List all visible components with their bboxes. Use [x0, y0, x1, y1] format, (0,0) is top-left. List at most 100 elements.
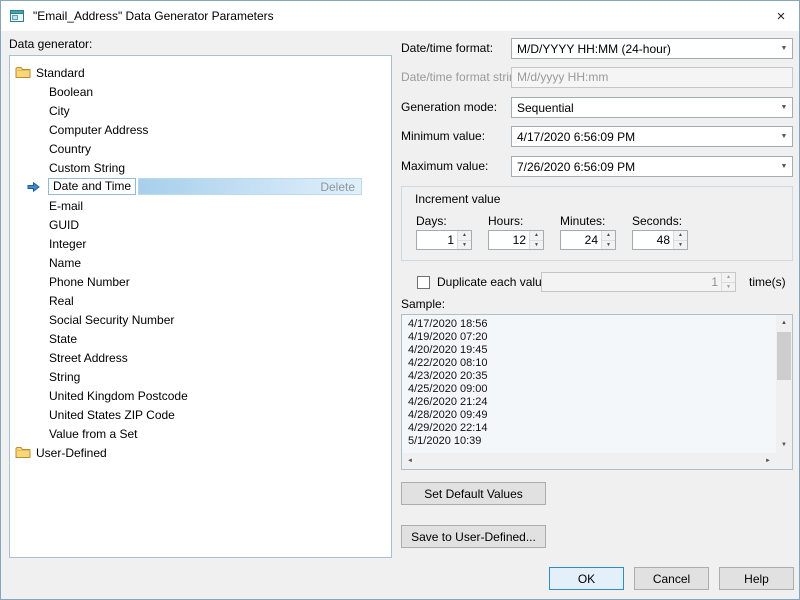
seconds-field: Seconds: 48 ▲▼ [632, 187, 688, 260]
chevron-down-icon: ▼ [776, 163, 792, 170]
spin-up-icon: ▲ [722, 273, 735, 283]
cancel-button[interactable]: Cancel [634, 567, 709, 590]
spin-down-icon[interactable]: ▼ [674, 241, 687, 250]
tree-item-label: String [49, 370, 80, 384]
times-label: time(s) [749, 272, 786, 292]
generation-mode-value: Sequential [517, 101, 776, 115]
tree-item[interactable]: Custom String [10, 158, 391, 177]
tree-item[interactable]: State [10, 329, 391, 348]
scroll-down-icon[interactable]: ▼ [776, 437, 792, 453]
tree-item[interactable]: E-mail [10, 196, 391, 215]
tree-folder[interactable]: Standard [10, 63, 391, 82]
delete-action[interactable]: Delete [320, 180, 355, 194]
minutes-spinner[interactable]: 24 ▲▼ [560, 230, 616, 250]
tree-item-label: Boolean [49, 85, 93, 99]
format-string-label: Date/time format string: [401, 67, 526, 88]
tree-item[interactable]: Integer [10, 234, 391, 253]
tree-item[interactable]: United States ZIP Code [10, 405, 391, 424]
close-button[interactable]: × [763, 1, 799, 31]
tree-item-label: Computer Address [49, 123, 148, 137]
tree-item[interactable]: Street Address [10, 348, 391, 367]
maximum-value-combo[interactable]: 7/26/2020 6:56:09 PM ▼ [511, 156, 793, 177]
spin-up-icon[interactable]: ▲ [530, 231, 543, 241]
tree-item[interactable]: United Kingdom Postcode [10, 386, 391, 405]
chevron-down-icon: ▼ [776, 104, 792, 111]
set-default-values-button[interactable]: Set Default Values [401, 482, 546, 505]
sample-label: Sample: [401, 297, 445, 311]
chevron-down-icon: ▼ [776, 45, 792, 52]
minimum-value-value: 4/17/2020 6:56:09 PM [517, 130, 776, 144]
spin-down-icon: ▼ [722, 283, 735, 292]
spin-down-icon[interactable]: ▼ [602, 241, 615, 250]
scroll-right-icon[interactable]: ► [760, 453, 776, 469]
horizontal-scrollbar[interactable]: ◄ ► [402, 453, 776, 469]
duplicate-each-value-label[interactable]: Duplicate each value [437, 272, 548, 292]
days-spinner[interactable]: 1 ▲▼ [416, 230, 472, 250]
spin-up-icon[interactable]: ▲ [458, 231, 471, 241]
scrollbar-thumb[interactable] [777, 332, 791, 380]
spinner-buttons: ▲▼ [721, 273, 735, 291]
ok-button[interactable]: OK [549, 567, 624, 590]
tree-item-label: Name [49, 256, 81, 270]
save-to-user-defined-button[interactable]: Save to User-Defined... [401, 525, 546, 548]
scroll-up-icon[interactable]: ▲ [776, 315, 792, 331]
hours-value: 12 [489, 231, 529, 249]
generator-tree[interactable]: Standard Boolean City Computer Address Count… [9, 55, 392, 558]
days-value: 1 [417, 231, 457, 249]
scrollbar-corner [776, 453, 792, 469]
tree-item-label: Custom String [49, 161, 125, 175]
tree-item[interactable]: Name [10, 253, 391, 272]
hours-spinner[interactable]: 12 ▲▼ [488, 230, 544, 250]
days-field: Days: 1 ▲▼ [416, 187, 472, 260]
tree-item-label: Real [49, 294, 74, 308]
tree-item-label: Social Security Number [49, 313, 174, 327]
datetime-format-value: M/D/YYYY HH:MM (24-hour) [517, 42, 776, 56]
tree-item[interactable]: Country [10, 139, 391, 158]
vertical-scrollbar[interactable]: ▲ ▼ [776, 315, 792, 453]
hours-field: Hours: 12 ▲▼ [488, 187, 544, 260]
tree-item[interactable]: Boolean [10, 82, 391, 101]
selection-highlight: Delete [138, 178, 362, 195]
tree-item[interactable]: Value from a Set [10, 424, 391, 443]
tree-item-label: United States ZIP Code [49, 408, 175, 422]
tree-folder[interactable]: User-Defined [10, 443, 391, 462]
minutes-field: Minutes: 24 ▲▼ [560, 187, 616, 260]
tree-item-label: Country [49, 142, 91, 156]
minimum-value-combo[interactable]: 4/17/2020 6:56:09 PM ▼ [511, 126, 793, 147]
spinner-buttons: ▲▼ [529, 231, 543, 249]
spin-up-icon[interactable]: ▲ [602, 231, 615, 241]
spin-up-icon[interactable]: ▲ [674, 231, 687, 241]
seconds-value: 48 [633, 231, 673, 249]
spin-down-icon[interactable]: ▼ [458, 241, 471, 250]
tree-item[interactable]: GUID [10, 215, 391, 234]
tree-item-selected[interactable]: Date and Time Delete [10, 177, 391, 196]
scroll-left-icon[interactable]: ◄ [402, 453, 418, 469]
maximum-value-label: Maximum value: [401, 156, 488, 177]
tree-item-label: City [49, 104, 70, 118]
titlebar: "Email_Address" Data Generator Parameter… [1, 1, 799, 31]
chevron-down-icon: ▼ [776, 133, 792, 140]
spinner-buttons: ▲▼ [601, 231, 615, 249]
spin-down-icon[interactable]: ▼ [530, 241, 543, 250]
tree-item[interactable]: Computer Address [10, 120, 391, 139]
window-title: "Email_Address" Data Generator Parameter… [33, 9, 274, 23]
tree-item[interactable]: Real [10, 291, 391, 310]
help-button[interactable]: Help [719, 567, 794, 590]
tree-item-label: Date and Time [48, 178, 136, 195]
seconds-spinner[interactable]: 48 ▲▼ [632, 230, 688, 250]
tree-item[interactable]: String [10, 367, 391, 386]
data-generator-label: Data generator: [9, 37, 92, 51]
generation-mode-combo[interactable]: Sequential ▼ [511, 97, 793, 118]
days-label: Days: [416, 214, 447, 228]
duplicate-each-value-checkbox[interactable] [417, 276, 430, 289]
format-string-input: M/d/yyyy HH:mm [511, 67, 793, 88]
selected-item-arrow-icon [27, 182, 40, 192]
tree-item[interactable]: City [10, 101, 391, 120]
tree-item-label: State [49, 332, 77, 346]
tree-item[interactable]: Social Security Number [10, 310, 391, 329]
tree-item[interactable]: Phone Number [10, 272, 391, 291]
sample-box: 4/17/2020 18:56 4/19/2020 07:20 4/20/202… [401, 314, 793, 470]
datetime-format-combo[interactable]: M/D/YYYY HH:MM (24-hour) ▼ [511, 38, 793, 59]
spinner-buttons: ▲▼ [673, 231, 687, 249]
minimum-value-label: Minimum value: [401, 126, 485, 147]
